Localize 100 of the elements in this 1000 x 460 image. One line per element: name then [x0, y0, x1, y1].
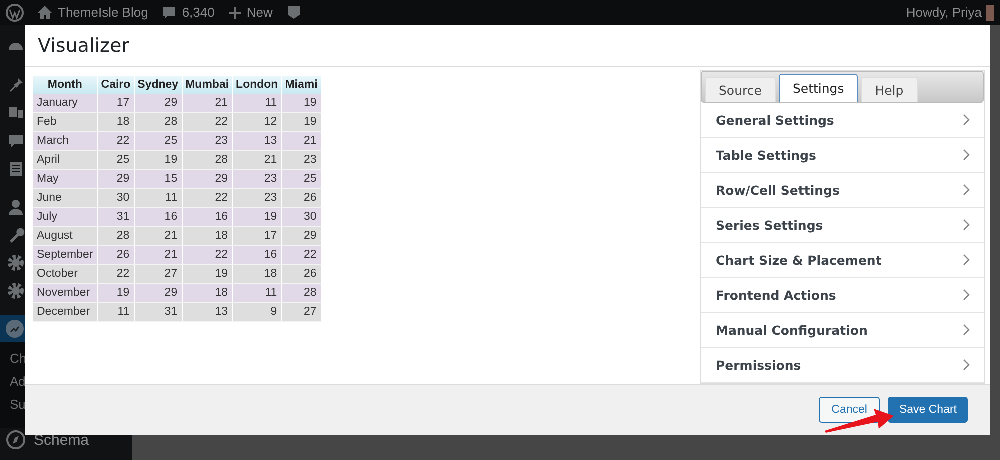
- cancel-button[interactable]: Cancel: [818, 397, 880, 423]
- table-cell: 18: [182, 226, 233, 246]
- table-cell: 30: [282, 208, 322, 226]
- table-cell: 31: [134, 302, 182, 322]
- table-cell: 15: [134, 170, 182, 188]
- table-cell: 17: [232, 226, 282, 246]
- table-cell: 23: [282, 150, 322, 170]
- home-icon[interactable]: [38, 6, 52, 19]
- table-cell: November: [33, 284, 98, 302]
- table-cell: 21: [134, 246, 182, 264]
- table-cell: 12: [232, 112, 282, 132]
- chevron-right-icon: [963, 184, 970, 196]
- chevron-right-icon: [963, 254, 970, 266]
- table-cell: 25: [98, 150, 134, 170]
- table-cell: 11: [98, 302, 134, 322]
- table-cell: 26: [282, 188, 322, 208]
- comment-icon[interactable]: [162, 6, 176, 20]
- table-cell: 29: [182, 170, 233, 188]
- new-link[interactable]: New: [246, 5, 273, 20]
- table-cell: 25: [282, 170, 322, 188]
- compass-icon: [6, 430, 26, 450]
- table-cell: 18: [182, 284, 233, 302]
- greeting-link[interactable]: Howdy, Priya: [906, 5, 982, 20]
- table-cell: 28: [182, 150, 233, 170]
- table-cell: August: [33, 226, 98, 246]
- chevron-right-icon: [963, 289, 970, 301]
- table-cell: 26: [282, 264, 322, 284]
- table-cell: Feb: [33, 112, 98, 132]
- tab[interactable]: Settings: [778, 74, 858, 102]
- table-cell: June: [33, 188, 98, 208]
- table-cell: 22: [182, 246, 233, 264]
- sidebar-label: Schema: [34, 432, 90, 448]
- pages-icon[interactable]: [7, 160, 25, 178]
- table-cell: 19: [282, 94, 322, 112]
- table-cell: 22: [282, 246, 322, 264]
- table-cell: 29: [134, 94, 182, 112]
- gear-icon[interactable]: [7, 282, 25, 300]
- wordpress-logo-icon[interactable]: [6, 4, 24, 22]
- table-cell: 13: [182, 302, 233, 322]
- user-icon[interactable]: [7, 198, 25, 216]
- table-cell: 11: [232, 94, 282, 112]
- table-cell: 28: [134, 112, 182, 132]
- table-cell: 9: [232, 302, 282, 322]
- table-cell: 22: [182, 188, 233, 208]
- avatar[interactable]: [986, 4, 994, 20]
- table-cell: 29: [98, 170, 134, 188]
- table-cell: 18: [98, 112, 134, 132]
- table-cell: 19: [182, 264, 233, 284]
- column-header: Month: [33, 76, 98, 94]
- comment-count[interactable]: 6,340: [182, 5, 215, 20]
- table-cell: 19: [134, 150, 182, 170]
- table-cell: 13: [232, 132, 282, 150]
- shield-icon[interactable]: [286, 5, 301, 20]
- chart-icon[interactable]: [6, 320, 24, 338]
- table-cell: 16: [134, 208, 182, 226]
- table-cell: 21: [134, 226, 182, 246]
- table-cell: 28: [98, 226, 134, 246]
- table-cell: 16: [182, 208, 233, 226]
- table-cell: April: [33, 150, 98, 170]
- table-cell: 22: [182, 112, 233, 132]
- table-cell: 28: [282, 284, 322, 302]
- save-chart-button[interactable]: Save Chart: [888, 397, 968, 423]
- table-cell: 17: [98, 94, 134, 112]
- table-cell: 30: [98, 188, 134, 208]
- table-cell: 19: [232, 208, 282, 226]
- tab[interactable]: Help: [861, 77, 918, 102]
- site-name-link[interactable]: ThemeIsle Blog: [58, 5, 148, 20]
- table-cell: 11: [134, 188, 182, 208]
- table-cell: 25: [134, 132, 182, 150]
- column-header: Sydney: [134, 76, 182, 94]
- table-cell: 23: [232, 188, 282, 208]
- table-cell: 31: [98, 208, 134, 226]
- table-cell: 11: [232, 284, 282, 302]
- modal-title: Visualizer: [25, 25, 990, 67]
- table-cell: 23: [232, 170, 282, 188]
- table-cell: 21: [282, 132, 322, 150]
- comment-icon[interactable]: [7, 132, 25, 150]
- table-cell: October: [33, 264, 98, 284]
- table-cell: 22: [98, 264, 134, 284]
- table-cell: 21: [182, 94, 233, 112]
- column-header: London: [232, 76, 282, 94]
- plus-icon[interactable]: [228, 6, 241, 18]
- sidebar-item[interactable]: Schema: [0, 428, 132, 452]
- table-cell: 29: [134, 284, 182, 302]
- tab[interactable]: Source: [705, 77, 776, 102]
- table-cell: July: [33, 208, 98, 226]
- column-header: Miami: [282, 76, 322, 94]
- chevron-right-icon: [963, 219, 970, 231]
- column-header: Mumbai: [182, 76, 233, 94]
- table-cell: 19: [98, 284, 134, 302]
- table-cell: 22: [98, 132, 134, 150]
- chevron-right-icon: [963, 114, 970, 126]
- table-cell: January: [33, 94, 98, 112]
- gear-icon[interactable]: [7, 254, 25, 272]
- table-cell: 23: [182, 132, 233, 150]
- table-cell: March: [33, 132, 98, 150]
- table-cell: 19: [282, 112, 322, 132]
- chevron-right-icon: [963, 324, 970, 336]
- chevron-right-icon: [963, 359, 970, 371]
- table-cell: 27: [134, 264, 182, 284]
